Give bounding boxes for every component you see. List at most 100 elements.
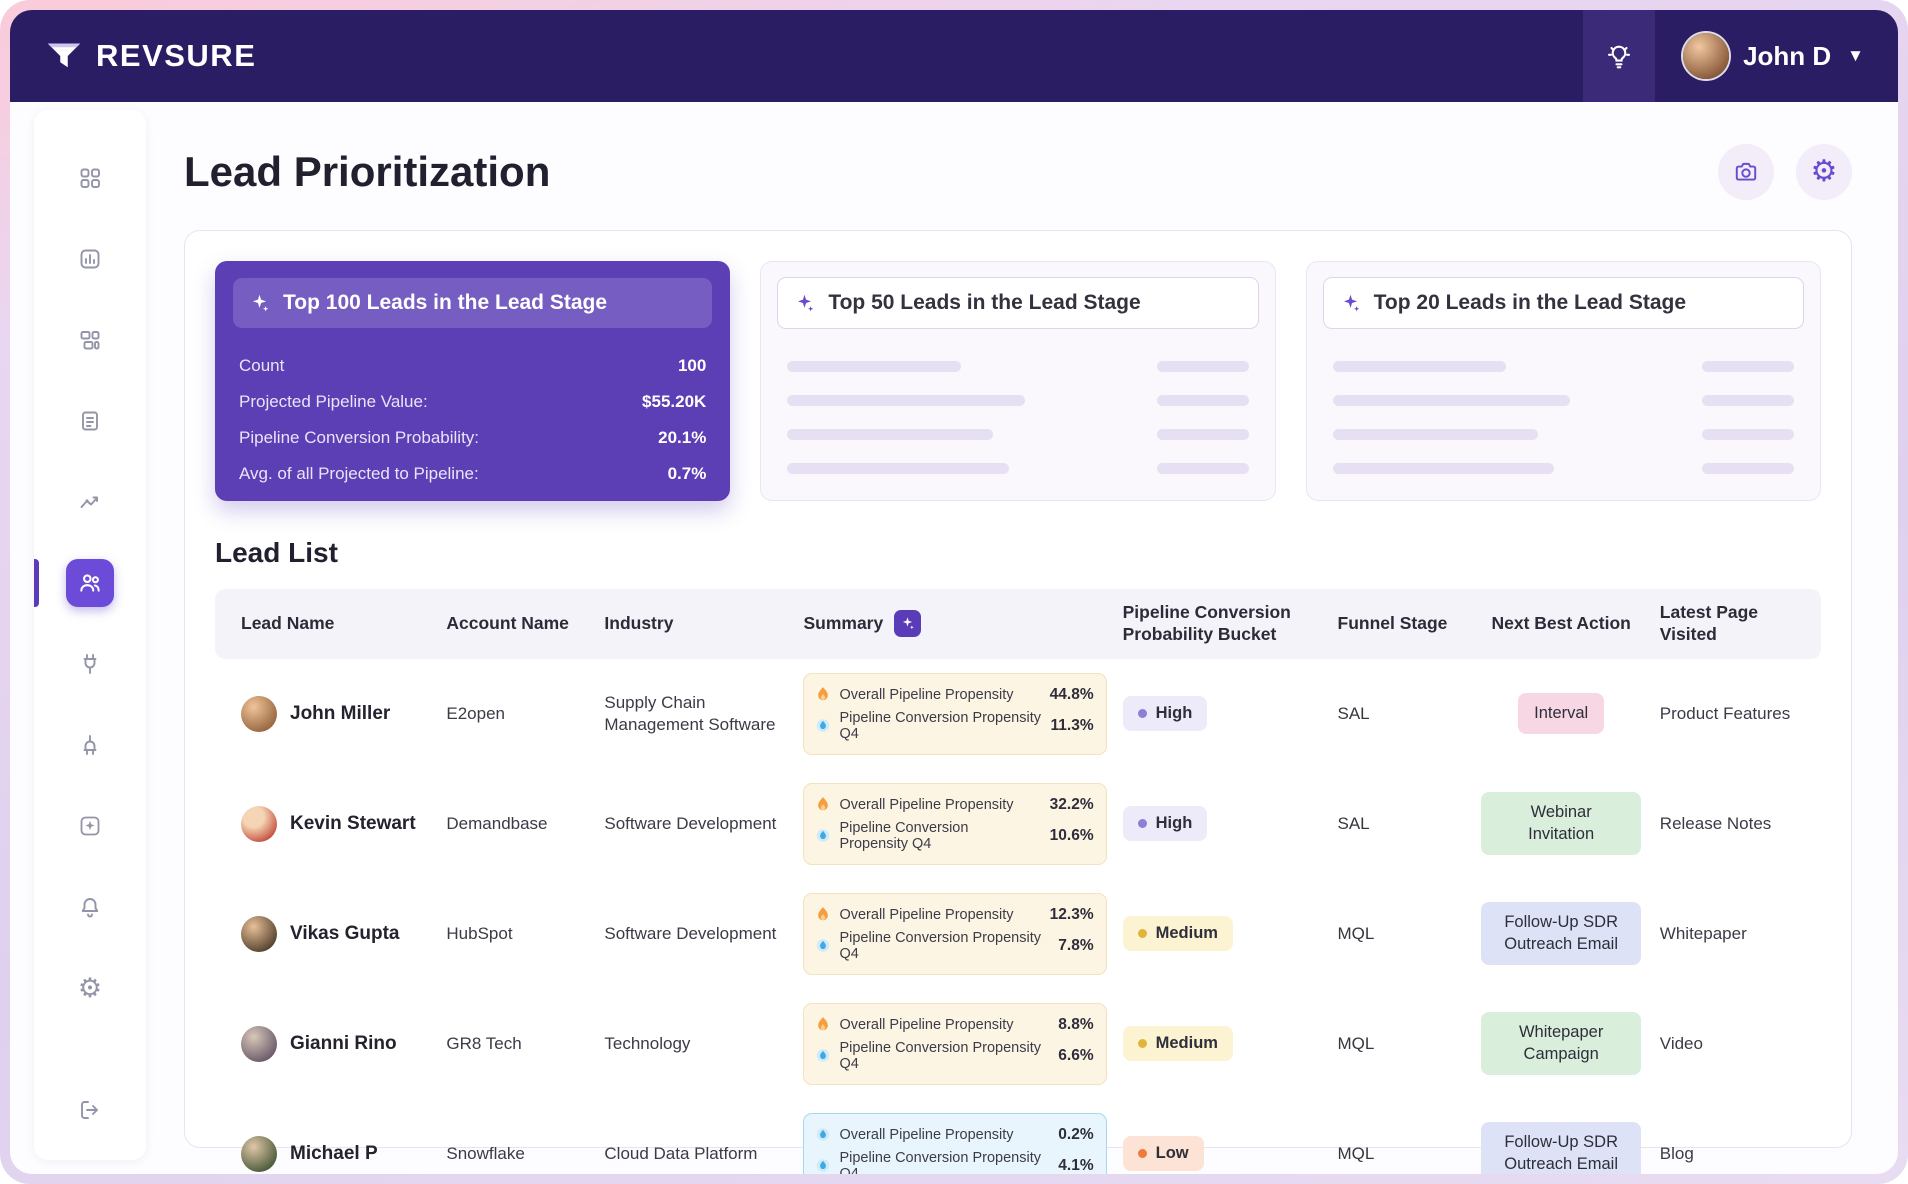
bucket-label: Low (1155, 1144, 1189, 1163)
summary-overall-row: Overall Pipeline Propensity 12.3% (816, 903, 1094, 927)
latest-page: Whitepaper (1659, 923, 1747, 943)
bucket-dot (1137, 929, 1147, 939)
user-profile-menu[interactable]: John D ▼ (1683, 33, 1870, 79)
title-row: Lead Prioritization ⚙ (184, 144, 1852, 200)
lead-avatar (241, 915, 277, 952)
header-right: John D ▼ (1583, 10, 1870, 102)
sidebar-item-logout[interactable] (66, 1086, 114, 1134)
summary-q4-row: Pipeline Conversion Propensity Q4 4.1% (816, 1147, 1094, 1174)
summary-overall-value: 44.8% (1049, 685, 1094, 703)
next-best-action-badge[interactable]: Webinar Invitation (1481, 792, 1642, 856)
trend-line-icon (78, 490, 102, 514)
stat-label: Count (239, 356, 285, 375)
summary-q4-row: Pipeline Conversion Propensity Q4 6.6% (816, 1037, 1094, 1075)
sparkle-icon (794, 293, 815, 314)
card-top-50-leads[interactable]: Top 50 Leads in the Lead Stage (760, 261, 1276, 501)
sidebar-item-leads[interactable] (34, 559, 114, 607)
card-top-20-leads[interactable]: Top 20 Leads in the Lead Stage (1305, 261, 1821, 501)
loading-skeleton (777, 361, 1258, 474)
settings-button[interactable]: ⚙ (1796, 144, 1852, 200)
bucket-dot (1137, 709, 1147, 719)
page-actions: ⚙ (1718, 144, 1852, 200)
droplet-icon (816, 1127, 830, 1142)
bucket-label: High (1155, 814, 1193, 833)
sidebar-item-ai[interactable] (66, 802, 114, 850)
active-indicator (34, 559, 39, 607)
table-row[interactable]: Vikas Gupta HubSpot Software Development… (215, 879, 1821, 989)
summary-q4-label: Pipeline Conversion Propensity Q4 (839, 709, 1041, 742)
next-best-action-badge[interactable]: Interval (1518, 693, 1605, 735)
bucket-badge: High (1122, 806, 1208, 842)
bucket-dot (1137, 819, 1147, 829)
summary-cell: Overall Pipeline Propensity 12.3% Pipeli… (803, 892, 1122, 975)
stat-projected-pipeline: Projected Pipeline Value: $55.20K (237, 384, 708, 420)
summary-overall-label: Overall Pipeline Propensity (839, 686, 1014, 703)
summary-box: Overall Pipeline Propensity 44.8% Pipeli… (803, 672, 1107, 755)
blocks-icon (78, 328, 102, 352)
summary-q4-value: 7.8% (1058, 936, 1094, 954)
industry: Technology (604, 1033, 691, 1053)
brand-logo[interactable]: REVSURE (44, 36, 256, 76)
sidebar-item-dashboard[interactable] (66, 154, 114, 202)
brand-name: REVSURE (96, 38, 257, 73)
sidebar-item-analytics[interactable] (66, 235, 114, 283)
app-body: ⚙ Lead Prioritization ⚙ Top 100 Leads in… (10, 102, 1898, 1174)
table-row[interactable]: Kevin Stewart Demandbase Software Develo… (215, 769, 1821, 879)
summary-overall-label: Overall Pipeline Propensity (839, 796, 1014, 813)
sidebar-item-plug[interactable] (66, 640, 114, 688)
lead-cell: John Miller (241, 695, 446, 732)
bucket-label: High (1155, 704, 1193, 723)
sidebar-item-trends[interactable] (66, 478, 114, 526)
summary-q4-label: Pipeline Conversion Propensity Q4 (839, 1149, 1041, 1174)
next-best-action-badge[interactable]: Whitepaper Campaign (1481, 1012, 1642, 1076)
bucket-cell: High (1122, 696, 1338, 732)
sidebar-item-blocks[interactable] (66, 316, 114, 364)
bucket-badge: Medium (1122, 1026, 1233, 1062)
summary-q4-value: 11.3% (1050, 716, 1094, 734)
summary-overall-row: Overall Pipeline Propensity 8.8% (816, 1013, 1094, 1037)
action-cell: Webinar Invitation (1477, 792, 1660, 856)
revsure-logo-icon (44, 36, 84, 76)
lead-avatar (241, 1025, 277, 1062)
lead-cell: Kevin Stewart (241, 805, 446, 842)
sidebar-item-notifications[interactable] (66, 883, 114, 931)
chevron-down-icon: ▼ (1847, 46, 1864, 65)
flame-icon (816, 686, 830, 703)
flame-icon (816, 906, 830, 923)
col-latest-page: Latest Page Visited (1659, 602, 1759, 644)
lead-avatar (241, 1135, 277, 1172)
user-name: John D (1743, 40, 1832, 71)
snapshot-button[interactable] (1718, 144, 1774, 200)
sidebar-item-reports[interactable] (66, 397, 114, 445)
table-row[interactable]: John Miller E2open Supply Chain Manageme… (215, 659, 1821, 769)
next-best-action-badge[interactable]: Follow-Up SDR Outreach Email (1481, 902, 1642, 966)
lead-cell: Gianni Rino (241, 1025, 446, 1062)
col-summary: Summary (803, 610, 1122, 638)
summary-overall-label: Overall Pipeline Propensity (839, 906, 1014, 923)
col-bucket: Pipeline Conversion Probability Bucket (1122, 602, 1291, 644)
camera-icon (1733, 159, 1759, 185)
table-row[interactable]: Michael P Snowflake Cloud Data Platform … (215, 1099, 1821, 1174)
sidebar-item-settings[interactable]: ⚙ (66, 964, 114, 1012)
card-title: Top 100 Leads in the Lead Stage (283, 291, 608, 314)
idea-lightbulb-button[interactable] (1583, 10, 1656, 102)
sidebar-item-integrations[interactable] (66, 721, 114, 769)
funnel-stage: MQL (1337, 923, 1375, 943)
next-best-action-badge[interactable]: Follow-Up SDR Outreach Email (1481, 1122, 1642, 1174)
account-name: HubSpot (446, 923, 513, 943)
lead-name: Gianni Rino (290, 1032, 397, 1054)
settings-gear-icon: ⚙ (1810, 155, 1838, 188)
summary-overall-label: Overall Pipeline Propensity (839, 1016, 1014, 1033)
col-funnel-stage: Funnel Stage (1337, 612, 1448, 633)
latest-page: Video (1659, 1033, 1703, 1053)
lead-name: Michael P (290, 1142, 378, 1164)
bucket-badge: High (1122, 696, 1208, 732)
ai-sparkle-chip[interactable] (894, 610, 922, 638)
lead-cell: Michael P (241, 1135, 446, 1172)
table-row[interactable]: Gianni Rino GR8 Tech Technology Overall … (215, 989, 1821, 1099)
main-area: Lead Prioritization ⚙ Top 100 Leads in t… (146, 102, 1898, 1174)
summary-box: Overall Pipeline Propensity 0.2% Pipelin… (803, 1112, 1107, 1174)
stat-count: Count 100 (237, 348, 708, 384)
user-avatar (1683, 33, 1730, 79)
card-top-100-leads[interactable]: Top 100 Leads in the Lead Stage Count 10… (215, 261, 731, 501)
